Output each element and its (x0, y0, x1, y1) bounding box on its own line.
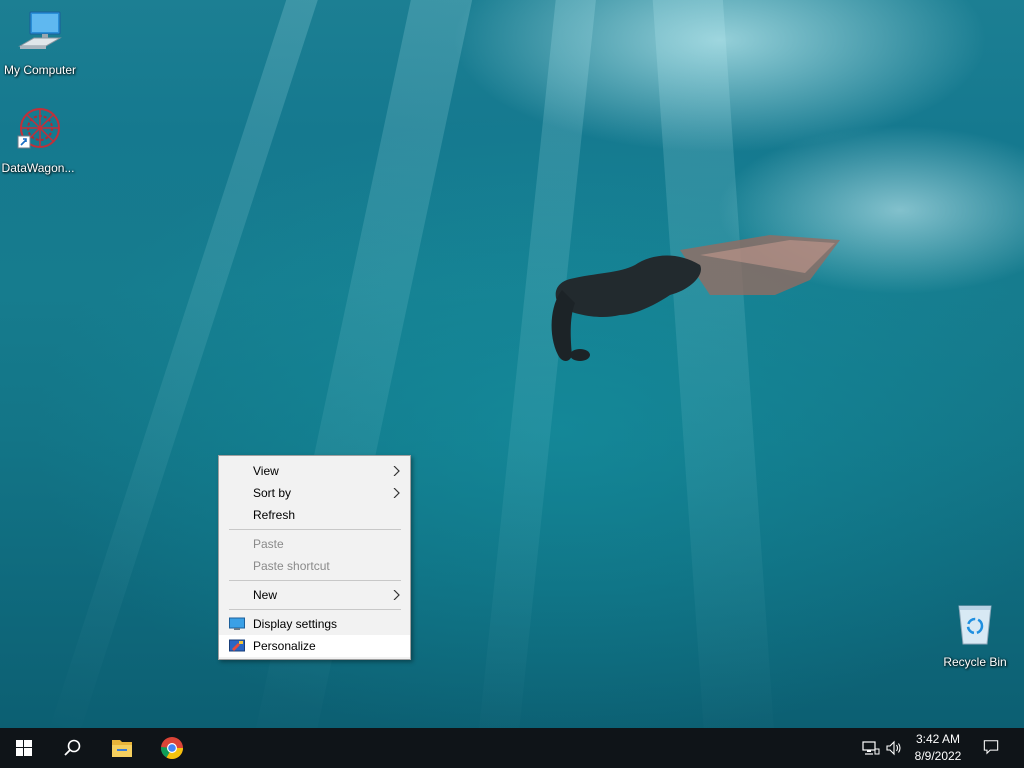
clock-time: 3:42 AM (915, 732, 961, 746)
desktop-icon-label: DataWagon... (1, 161, 75, 175)
network-icon[interactable] (862, 740, 880, 756)
desktop-context-menu: View Sort by Refresh Paste Paste shortcu… (218, 455, 411, 660)
menu-item-paste[interactable]: Paste (219, 533, 410, 555)
display-icon (229, 617, 245, 630)
datawagon-shortcut-icon (17, 108, 60, 149)
file-explorer-icon (112, 740, 132, 757)
menu-item-sort-by[interactable]: Sort by (219, 482, 410, 504)
start-icon (16, 740, 32, 756)
file-explorer-taskbar-button[interactable] (98, 728, 146, 768)
search-button[interactable] (48, 728, 96, 768)
chevron-right-icon (393, 488, 400, 498)
taskbar-clock[interactable]: 3:42 AM 8/9/2022 (908, 731, 968, 765)
chevron-right-icon (393, 466, 400, 476)
menu-item-refresh[interactable]: Refresh (219, 504, 410, 526)
menu-item-view[interactable]: View (219, 460, 410, 482)
chrome-icon (161, 737, 183, 759)
menu-item-label: View (253, 464, 279, 478)
action-center-icon[interactable] (982, 739, 1000, 755)
clock-date: 8/9/2022 (914, 749, 962, 763)
recycle-bin-icon (958, 605, 992, 645)
recycle-bin-desktop-icon[interactable]: Recycle Bin (935, 600, 1015, 669)
menu-item-label: Paste shortcut (253, 559, 330, 573)
menu-item-label: Paste (253, 537, 284, 551)
menu-item-display-settings[interactable]: Display settings (219, 613, 410, 635)
menu-item-personalize[interactable]: Personalize (219, 635, 410, 657)
menu-separator (229, 529, 401, 530)
menu-item-label: New (253, 588, 278, 602)
menu-separator (229, 609, 401, 610)
chrome-taskbar-button[interactable] (148, 728, 196, 768)
menu-item-label: Display settings (253, 617, 338, 631)
personalize-icon (229, 639, 245, 652)
desktop-background[interactable]: My Computer DataWagon... Recycle Bin Vie… (0, 0, 1024, 728)
datawagon-desktop-icon[interactable]: DataWagon... (0, 106, 78, 175)
my-computer-desktop-icon[interactable]: My Computer (0, 8, 80, 77)
volume-icon[interactable] (886, 740, 904, 756)
desktop-icon-label: Recycle Bin (943, 655, 1007, 669)
freediver-image (551, 235, 840, 361)
menu-item-new[interactable]: New (219, 584, 410, 606)
menu-item-label: Personalize (253, 639, 316, 653)
start-button[interactable] (0, 728, 48, 768)
taskbar: 3:42 AM 8/9/2022 (0, 728, 1024, 768)
computer-icon (18, 11, 62, 49)
search-icon (64, 739, 81, 756)
desktop-icon-label: My Computer (3, 63, 77, 77)
menu-item-paste-shortcut[interactable]: Paste shortcut (219, 555, 410, 577)
chevron-right-icon (393, 590, 400, 600)
menu-separator (229, 580, 401, 581)
menu-item-label: Sort by (253, 486, 292, 500)
menu-item-label: Refresh (253, 508, 296, 522)
